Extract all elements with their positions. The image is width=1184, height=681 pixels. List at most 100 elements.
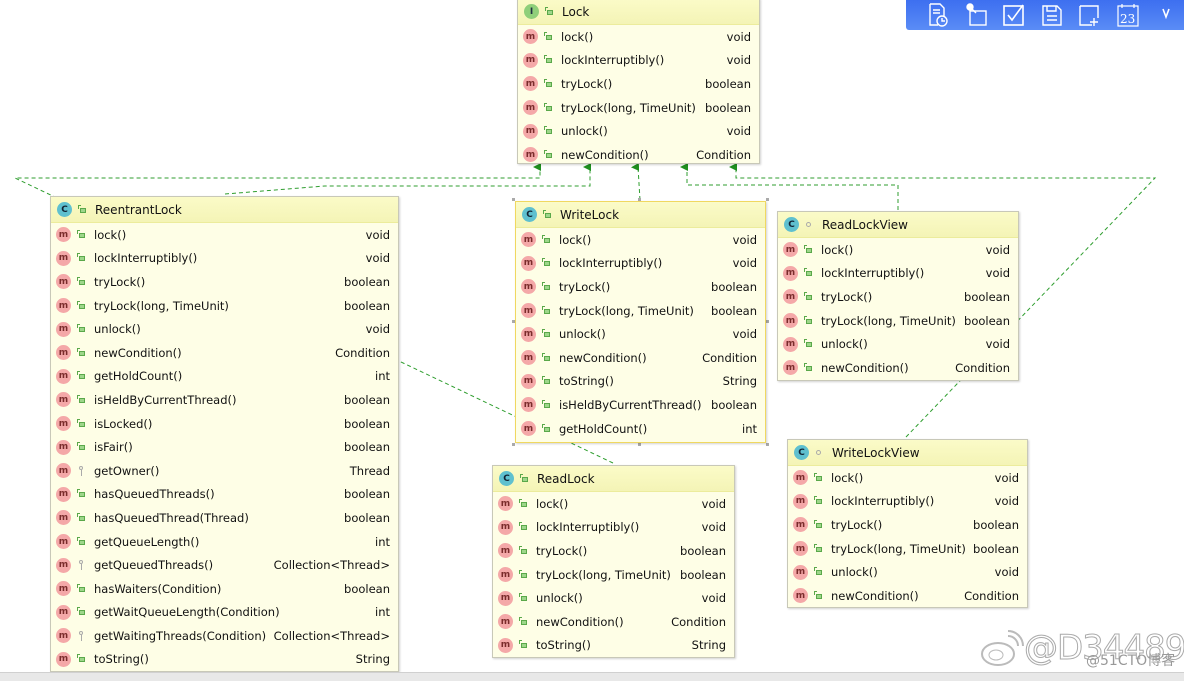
method-row[interactable]: m tryLock() boolean [518,72,759,96]
class-box-lock[interactable]: I Lock m lock() void m lockInterruptibly() void… [517,0,760,164]
method-icon: m [56,321,71,337]
method-icon: m [521,421,536,437]
method-row[interactable]: m lock() void [516,228,765,252]
class-header[interactable]: C WriteLockView [788,440,1027,466]
method-row[interactable]: m toString() String [493,634,734,658]
method-row[interactable]: m unlock() void [516,322,765,346]
method-icon: m [521,279,536,295]
method-return-type: void [985,266,1010,281]
method-row[interactable]: m tryLock() boolean [493,539,734,563]
method-row[interactable]: m isFair() boolean [51,435,398,459]
method-row[interactable]: m getQueueLength() int [51,530,398,554]
public-visibility-icon [541,305,551,316]
method-row[interactable]: m lockInterruptibly() void [516,252,765,276]
method-return-type: void [701,496,726,511]
method-row[interactable]: m unlock() void [788,560,1027,584]
method-row[interactable]: m lockInterruptibly() void [778,262,1018,286]
method-name: newCondition() [536,614,624,629]
method-row[interactable]: m lock() void [778,238,1018,262]
method-row[interactable]: m getHoldCount() int [51,365,398,389]
method-icon: m [56,345,71,361]
public-visibility-icon [541,399,551,410]
method-icon: m [793,588,808,604]
method-row[interactable]: m lock() void [51,223,398,247]
method-row[interactable]: m hasQueuedThreads() boolean [51,483,398,507]
method-row[interactable]: m tryLock() boolean [788,513,1027,537]
public-visibility-icon [542,209,552,220]
method-row[interactable]: m tryLock(long, TimeUnit) boolean [518,96,759,120]
calendar-icon[interactable]: 23 [1116,3,1140,27]
method-name: tryLock(long, TimeUnit) [831,541,966,556]
method-row[interactable]: m lockInterruptibly() void [518,49,759,73]
method-icon: m [56,510,71,526]
method-row[interactable]: m newCondition() Condition [51,341,398,365]
method-name: newCondition() [559,350,647,365]
class-icon: C [522,207,537,222]
method-row[interactable]: m unlock() void [493,586,734,610]
method-row[interactable]: m getWaitingThreads(Condition) Collection<… [51,624,398,648]
method-row[interactable]: m tryLock() boolean [516,275,765,299]
method-row[interactable]: m tryLock(long, TimeUnit) boolean [493,563,734,587]
method-icon: m [56,581,71,597]
class-header[interactable]: I Lock [518,0,759,25]
method-name: toString() [559,374,614,389]
method-row[interactable]: m unlock() void [518,119,759,143]
method-icon: m [521,303,536,319]
method-row[interactable]: m isLocked() boolean [51,412,398,436]
class-box-reentrantlock[interactable]: C ReentrantLock m lock() void m lockInterrupti… [50,196,399,672]
class-box-readlockview[interactable]: C ReadLockView m lock() void m lockInterruptib… [777,211,1019,381]
method-return-type: boolean [344,510,390,525]
report-clock-icon[interactable] [926,3,950,27]
method-row[interactable]: m lock() void [493,492,734,516]
method-row[interactable]: m getWaitQueueLength(Condition) int [51,601,398,625]
method-row[interactable]: m tryLock(long, TimeUnit) boolean [51,294,398,318]
method-row[interactable]: m getQueuedThreads() Collection<Thread> [51,553,398,577]
method-row[interactable]: m tryLock(long, TimeUnit) boolean [516,299,765,323]
method-row[interactable]: m newCondition() Condition [778,356,1018,380]
more-icon[interactable] [1154,3,1178,27]
method-row[interactable]: m newCondition() Condition [493,610,734,634]
method-row[interactable]: m getOwner() Thread [51,459,398,483]
method-row[interactable]: m newCondition() Condition [516,346,765,370]
method-row[interactable]: m lockInterruptibly() void [51,247,398,271]
class-box-readlock[interactable]: C ReadLock m lock() void m lockInterruptibly()… [492,465,735,658]
method-row[interactable]: m lockInterruptibly() void [493,516,734,540]
method-row[interactable]: m newCondition() Condition [788,584,1027,608]
class-icon: C [784,217,799,232]
public-visibility-icon [76,253,86,263]
method-name: unlock() [831,565,878,580]
method-return-type: void [726,53,751,68]
method-row[interactable]: m tryLock(long, TimeUnit) boolean [788,537,1027,561]
method-row[interactable]: m getHoldCount() int [516,417,765,441]
method-row[interactable]: m isHeldByCurrentThread() boolean [51,388,398,412]
class-box-writelock[interactable]: C WriteLock m lock() void m lockInterruptibly(… [515,201,766,443]
class-header[interactable]: C WriteLock [516,202,765,228]
method-row[interactable]: m hasWaiters(Condition) boolean [51,577,398,601]
method-row[interactable]: m tryLock() boolean [51,270,398,294]
method-row[interactable]: m lock() void [788,466,1027,490]
method-name: tryLock(long, TimeUnit) [561,100,696,115]
public-visibility-icon [813,519,823,530]
method-row[interactable]: m unlock() void [51,317,398,341]
document-icon[interactable] [1040,3,1064,27]
method-row[interactable]: m isHeldByCurrentThread() boolean [516,393,765,417]
method-row[interactable]: m hasQueuedThread(Thread) boolean [51,506,398,530]
method-row[interactable]: m toString() String [516,370,765,394]
class-header[interactable]: C ReadLockView [778,212,1018,238]
method-row[interactable]: m lock() void [518,25,759,49]
class-header[interactable]: C ReadLock [493,466,734,492]
method-icon: m [56,628,71,644]
method-row[interactable]: m toString() String [51,648,398,672]
method-row[interactable]: m tryLock() boolean [778,285,1018,309]
key-folder-icon[interactable] [964,3,988,27]
method-row[interactable]: m tryLock(long, TimeUnit) boolean [778,309,1018,333]
package-visibility-icon [804,220,814,230]
method-row[interactable]: m newCondition() Condition [518,143,759,167]
class-box-writelockview[interactable]: C WriteLockView m lock() void m lockInterrupti… [787,439,1028,608]
class-header[interactable]: C ReentrantLock [51,197,398,223]
method-row[interactable]: m lockInterruptibly() void [788,490,1027,514]
add-window-icon[interactable] [1078,3,1102,27]
checkbox-icon[interactable] [1002,3,1026,27]
method-row[interactable]: m unlock() void [778,332,1018,356]
public-visibility-icon [77,204,87,215]
